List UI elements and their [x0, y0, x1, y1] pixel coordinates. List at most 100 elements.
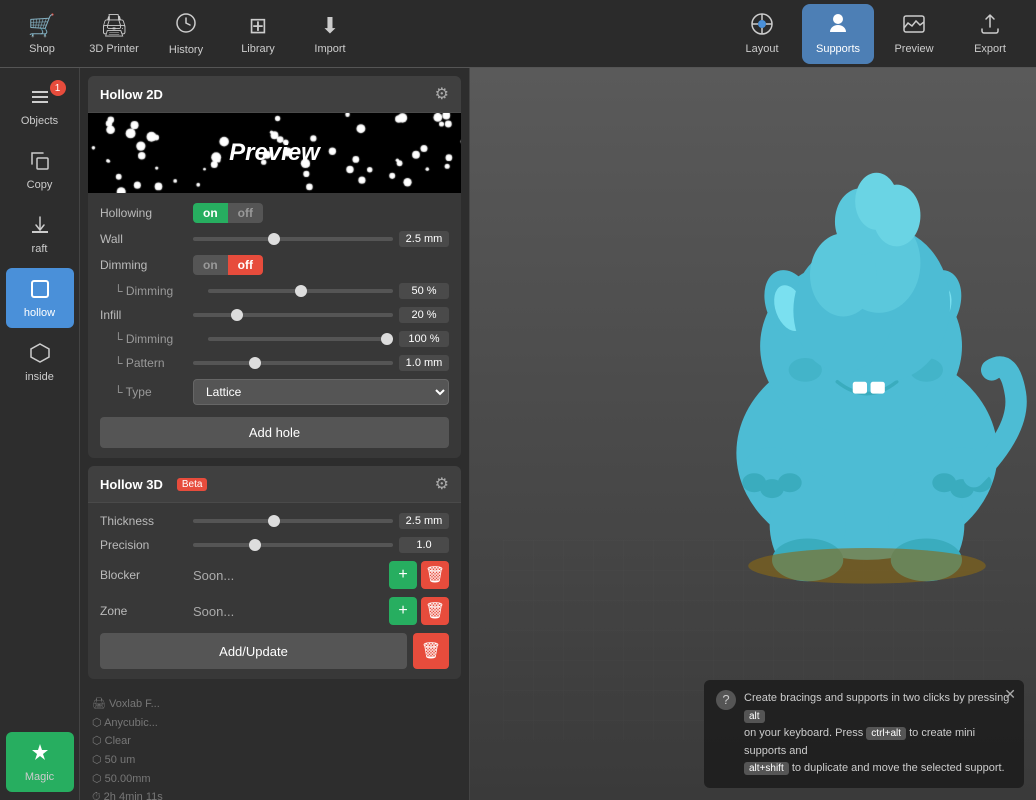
viewport[interactable]: ? Create bracings and supports in two cl…	[470, 68, 1036, 800]
thickness-slider[interactable]	[193, 519, 393, 523]
info-resin1: ⬡ Anycubic...	[92, 714, 457, 733]
tooltip-box: ? Create bracings and supports in two cl…	[704, 680, 1024, 788]
magic-label: Magic	[25, 771, 54, 783]
tooltip-content: Create bracings and supports in two clic…	[744, 690, 1012, 778]
preview-label: Preview	[894, 43, 933, 55]
hollowing-row: Hollowing on off	[100, 203, 449, 223]
infill-dimming-row: └ Dimming 100 %	[100, 331, 449, 347]
info-resin2: ⬡ Clear	[92, 732, 457, 751]
hollow2d-gear[interactable]: ⚙	[435, 84, 449, 104]
layout-icon	[750, 12, 774, 39]
infill-slider[interactable]	[193, 313, 393, 317]
pattern-label: └ Pattern	[100, 356, 185, 370]
zone-add-btn[interactable]: +	[389, 597, 417, 625]
top-nav-right: Layout Supports Preview	[726, 4, 1026, 64]
type-label: └ Type	[100, 385, 185, 399]
library-icon: ⊞	[249, 13, 267, 39]
zone-label: Zone	[100, 604, 185, 618]
top-nav: 🛒 Shop 🖨 3D Printer History ⊞ Library ⬇ …	[0, 0, 1036, 68]
printer-icon: 🖨	[100, 13, 128, 39]
dimming-off-btn[interactable]: off	[228, 255, 263, 275]
wall-row: Wall 2.5 mm	[100, 231, 449, 247]
nav-preview[interactable]: Preview	[878, 4, 950, 64]
kbd-altshift: alt+shift	[744, 762, 789, 775]
blocker-soon: Soon...	[193, 568, 381, 583]
inside-label: inside	[25, 371, 54, 383]
sidebar-inside[interactable]: inside	[6, 332, 74, 392]
blocker-row: Blocker Soon... + 🗑	[100, 561, 449, 589]
hollow3d-gear[interactable]: ⚙	[435, 474, 449, 494]
hollow3d-header: Hollow 3D Beta ⚙	[88, 466, 461, 503]
preview-nav-icon	[902, 12, 926, 39]
infill-label: Infill	[100, 308, 185, 322]
raft-icon	[29, 214, 51, 239]
thickness-row: Thickness 2.5 mm	[100, 513, 449, 529]
blocker-add-btn[interactable]: +	[389, 561, 417, 589]
hollow3d-content: Thickness 2.5 mm Precision 1.0	[88, 503, 461, 679]
info-time: ⏱ 2h 4min 11s	[92, 788, 457, 800]
history-label: History	[169, 44, 203, 56]
pattern-slider[interactable]	[193, 361, 393, 365]
copy-icon	[29, 150, 51, 175]
nav-3dprinter[interactable]: 🖨 3D Printer	[82, 4, 146, 64]
nav-history[interactable]: History	[154, 4, 218, 64]
infill-row: Infill 20 %	[100, 307, 449, 323]
precision-slider-container: 1.0	[193, 537, 449, 553]
hollow2d-section: Hollow 2D ⚙ Preview Hollowing on off	[88, 76, 461, 458]
add-update-btn[interactable]: Add/Update	[100, 633, 407, 669]
hollow-icon	[29, 278, 51, 303]
infill-dimming-slider-container: 100 %	[208, 331, 449, 347]
history-icon	[175, 12, 197, 40]
zone-del-btn[interactable]: 🗑	[421, 597, 449, 625]
precision-slider[interactable]	[193, 543, 393, 547]
tooltip-close-btn[interactable]: ✕	[1004, 686, 1016, 703]
sidebar-objects[interactable]: 1 Objects	[6, 76, 74, 136]
hollow-label: hollow	[24, 307, 55, 319]
hollow3d-delete-btn[interactable]: 🗑	[413, 633, 449, 669]
info-size: ⬡ 50.00mm	[92, 770, 457, 789]
wall-slider-container: 2.5 mm	[193, 231, 449, 247]
sidebar-hollow[interactable]: hollow	[6, 268, 74, 328]
dimming-sub-value: 50 %	[399, 283, 449, 299]
add-hole-btn[interactable]: Add hole	[100, 417, 449, 448]
blocker-del-btn[interactable]: 🗑	[421, 561, 449, 589]
thickness-slider-container: 2.5 mm	[193, 513, 449, 529]
dimming-on-btn[interactable]: on	[193, 255, 228, 275]
raft-label: raft	[32, 243, 48, 255]
hollow3d-badge: Beta	[177, 478, 208, 491]
nav-layout[interactable]: Layout	[726, 4, 798, 64]
wall-slider[interactable]	[193, 237, 393, 241]
hollowing-off-btn[interactable]: off	[228, 203, 263, 223]
hollow2d-title: Hollow 2D	[100, 87, 163, 102]
infill-dimming-slider[interactable]	[208, 337, 393, 341]
precision-row: Precision 1.0	[100, 537, 449, 553]
thickness-label: Thickness	[100, 514, 185, 528]
sidebar-raft[interactable]: raft	[6, 204, 74, 264]
hollowing-on-btn[interactable]: on	[193, 203, 228, 223]
hollow2d-content: Hollowing on off Wall 2.5 mm Di	[88, 193, 461, 458]
nav-import[interactable]: ⬇ Import	[298, 4, 362, 64]
main-area: 1 Objects Copy	[0, 68, 1036, 800]
pattern-value: 1.0 mm	[399, 355, 449, 371]
objects-label: Objects	[21, 115, 58, 127]
nav-export[interactable]: Export	[954, 4, 1026, 64]
import-label: Import	[314, 43, 345, 55]
wall-value: 2.5 mm	[399, 231, 449, 247]
dimming-sub-slider[interactable]	[208, 289, 393, 293]
nav-library[interactable]: ⊞ Library	[226, 4, 290, 64]
sidebar-copy[interactable]: Copy	[6, 140, 74, 200]
type-select[interactable]: Lattice Grid Honeycomb	[193, 379, 449, 405]
bottom-info: 🖨 Voxlab F... ⬡ Anycubic... ⬡ Clear ⬡ 50…	[80, 687, 469, 800]
sidebar-magic[interactable]: Magic	[6, 732, 74, 792]
hollow2d-header: Hollow 2D ⚙	[88, 76, 461, 113]
pattern-slider-container: 1.0 mm	[193, 355, 449, 371]
supports-icon	[826, 12, 850, 39]
zone-row: Zone Soon... + 🗑	[100, 597, 449, 625]
inside-icon	[29, 342, 51, 367]
nav-shop[interactable]: 🛒 Shop	[10, 4, 74, 64]
shop-label: Shop	[29, 43, 55, 55]
nav-supports[interactable]: Supports	[802, 4, 874, 64]
export-icon	[978, 12, 1002, 39]
precision-value: 1.0	[399, 537, 449, 553]
infill-dimming-label: └ Dimming	[100, 332, 200, 346]
